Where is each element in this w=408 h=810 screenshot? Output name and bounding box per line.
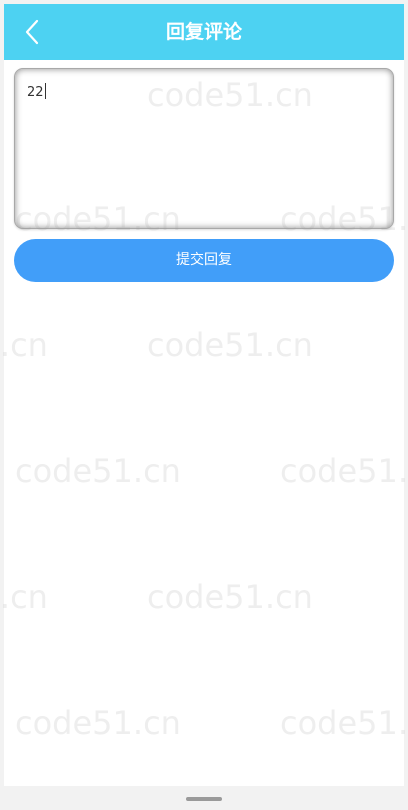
reply-textarea[interactable]: 22 [14, 68, 394, 229]
app-screen: 回复评论 22 提交回复 [4, 4, 404, 786]
page-title: 回复评论 [165, 21, 242, 43]
home-indicator [186, 797, 222, 801]
header-bar: 回复评论 [4, 4, 404, 60]
reply-text: 22 [27, 85, 44, 100]
text-caret [44, 83, 46, 99]
submit-reply-button[interactable]: 提交回复 [14, 239, 394, 282]
